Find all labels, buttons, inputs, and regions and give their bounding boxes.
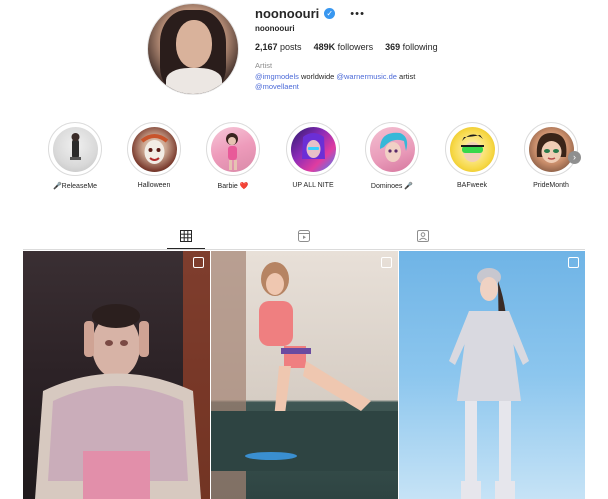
profile-category: Artist (255, 61, 273, 70)
mention-link-warnermusic[interactable]: @warnermusic.de (336, 72, 397, 81)
bio-text: artist (396, 71, 416, 81)
following-count: 369 (385, 42, 401, 52)
highlight-cover (449, 126, 495, 172)
followers-count: 489K (313, 42, 336, 52)
highlight-item[interactable]: Halloween (119, 122, 189, 189)
highlight-label: PrideMonth (533, 182, 569, 189)
highlight-label: UP ALL NITE (292, 182, 334, 189)
bio-line-2: @movellaent (255, 82, 415, 93)
tab-reels-icon[interactable] (296, 228, 312, 244)
mention-link-imgmodels[interactable]: @imgmodels (255, 72, 299, 81)
profile-stats: 2,167 posts 489K followers 369 following (255, 42, 438, 52)
post-thumbnail[interactable] (399, 251, 585, 499)
followers-stat[interactable]: 489K followers (314, 42, 374, 52)
highlight-cover (52, 126, 98, 172)
highlights-next-chevron-icon[interactable]: › (568, 151, 581, 164)
profile-full-name: noonoouri (255, 24, 295, 33)
bio-line-1: @imgmodels worldwide @warnermusic.de art… (255, 72, 415, 83)
posts-count: 2,167 (255, 42, 278, 52)
tab-posts-grid-icon[interactable] (178, 228, 194, 244)
tab-tagged-icon[interactable] (415, 228, 431, 244)
highlight-cover (210, 126, 256, 172)
highlight-item[interactable]: Barbie ❤️ (198, 122, 268, 190)
highlight-item[interactable]: 🎤ReleaseMe (40, 122, 110, 190)
highlight-item[interactable]: Dominoes 🎤 (357, 122, 427, 190)
username-row: noonoouri ✓ • • • (255, 6, 364, 21)
posts-stat: 2,167 posts (255, 42, 302, 52)
highlight-label: 🎤ReleaseMe (52, 183, 98, 190)
followers-label: followers (337, 42, 374, 52)
posts-label: posts (280, 42, 302, 52)
mention-link-movellaent[interactable]: @movellaent (255, 82, 299, 91)
highlight-item[interactable]: BAFweek (437, 122, 507, 189)
active-tab-indicator (167, 248, 205, 249)
verified-badge-icon: ✓ (324, 8, 336, 19)
highlight-label: Barbie ❤️ (217, 183, 249, 190)
highlight-label: BAFweek (457, 182, 487, 189)
highlight-cover (290, 126, 336, 172)
more-options-icon[interactable]: • • • (350, 8, 364, 20)
multi-image-icon (193, 257, 204, 268)
bio-text: worldwide (298, 71, 337, 81)
highlight-item[interactable]: UP ALL NITE (278, 122, 348, 189)
multi-image-icon (381, 257, 392, 268)
highlight-label: Halloween (137, 182, 171, 189)
highlight-cover (528, 126, 574, 172)
username: noonoouri (255, 6, 320, 21)
post-thumbnail[interactable] (23, 251, 210, 499)
highlight-cover (369, 126, 415, 172)
following-label: following (402, 42, 438, 52)
profile-bio: Artist @imgmodels worldwide @warnermusic… (255, 61, 415, 93)
multi-image-icon (568, 257, 579, 268)
following-stat[interactable]: 369 following (385, 42, 438, 52)
post-thumbnail[interactable] (211, 251, 398, 499)
tabs-divider (23, 249, 585, 250)
highlight-label: Dominoes 🎤 (370, 183, 414, 190)
profile-avatar[interactable] (147, 3, 239, 95)
highlight-cover (131, 126, 177, 172)
